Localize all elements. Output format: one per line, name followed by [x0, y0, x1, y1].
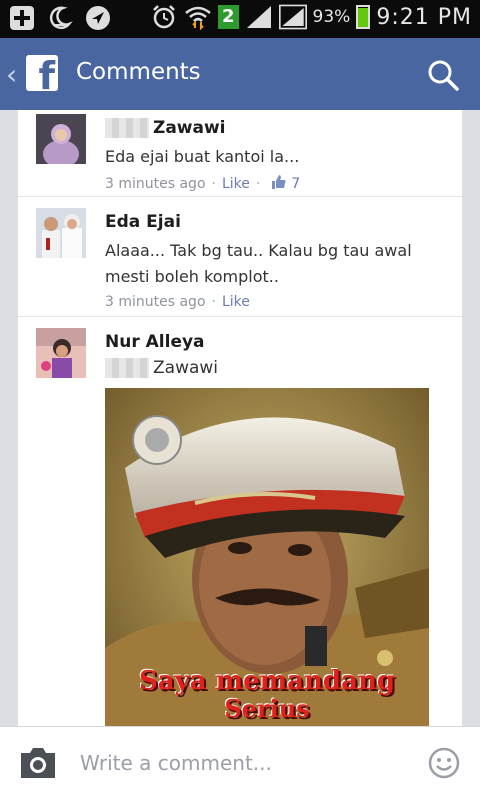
like-button[interactable]: Like	[222, 294, 250, 310]
photo-caption: Serius	[224, 694, 310, 723]
like-button[interactable]: Like	[222, 176, 250, 192]
back-chevron-icon[interactable]: ‹	[6, 58, 17, 91]
avatar[interactable]	[36, 328, 86, 378]
battery-percent: 93%	[312, 7, 351, 27]
signal-icon	[245, 3, 273, 31]
like-count[interactable]: 7	[291, 176, 300, 192]
comment-photo[interactable]: Saya memandang Serius	[105, 388, 429, 730]
page-title: Comments	[76, 59, 201, 85]
mention-name[interactable]: Zawawi	[153, 358, 218, 378]
blurred-name	[105, 358, 149, 378]
status-bar: 2 93% 9:21 PM	[0, 0, 480, 38]
comment-author[interactable]: Zawawi	[105, 118, 450, 142]
facebook-logo-letter: f	[38, 54, 55, 98]
thumbs-up-icon	[271, 175, 286, 189]
navigation-icon	[84, 4, 112, 32]
comments-list: Zawawi Eda ejai buat kantoi la... 3 minu…	[18, 110, 462, 730]
author-name[interactable]: Zawawi	[153, 118, 226, 138]
add-notification-icon	[8, 4, 36, 32]
comment-author[interactable]: Eda Ejai	[105, 212, 450, 236]
photo-caption: Saya memandang	[138, 666, 396, 696]
comment-meta: 3 minutes ago · Like	[105, 294, 250, 310]
comment-text-line: Alaaa... Tak bg tau.. Kalau bg tau awal	[105, 241, 412, 260]
facebook-logo[interactable]: f	[26, 55, 58, 95]
comment-author[interactable]: Nur Alleya	[105, 332, 450, 356]
comment-text-line: mesti boleh komplot..	[105, 267, 279, 286]
moon-star-icon	[46, 4, 74, 32]
blurred-name	[105, 118, 149, 138]
divider	[18, 316, 462, 317]
signal-strength-icon	[278, 3, 307, 31]
comment-item: Eda Ejai Alaaa... Tak bg tau.. Kalau bg …	[18, 208, 462, 318]
comment-text: Eda ejai buat kantoi la...	[105, 147, 300, 166]
comment-text: Alaaa... Tak bg tau.. Kalau bg tau awal m…	[105, 238, 450, 290]
notification-badge: 2	[218, 5, 239, 29]
comment-input[interactable]: Write a comment...	[80, 751, 272, 775]
avatar[interactable]	[36, 208, 86, 258]
comment-item: Zawawi Eda ejai buat kantoi la... 3 minu…	[18, 114, 462, 214]
search-icon[interactable]	[426, 58, 460, 92]
comment-composer: Write a comment...	[0, 726, 480, 800]
comment-time: 3 minutes ago	[105, 294, 206, 310]
clock: 9:21 PM	[376, 4, 472, 30]
smiley-icon[interactable]	[428, 747, 460, 779]
mention[interactable]: Zawawi	[105, 358, 450, 378]
app-header: ‹ f Comments	[0, 38, 480, 110]
battery-icon	[356, 5, 371, 29]
wifi-icon	[184, 3, 212, 31]
comment-meta: 3 minutes ago · Like · 7	[105, 175, 301, 192]
camera-icon[interactable]	[18, 745, 58, 781]
alarm-icon	[150, 3, 178, 31]
divider	[18, 196, 462, 197]
avatar[interactable]	[36, 114, 86, 164]
comment-time: 3 minutes ago	[105, 176, 206, 192]
